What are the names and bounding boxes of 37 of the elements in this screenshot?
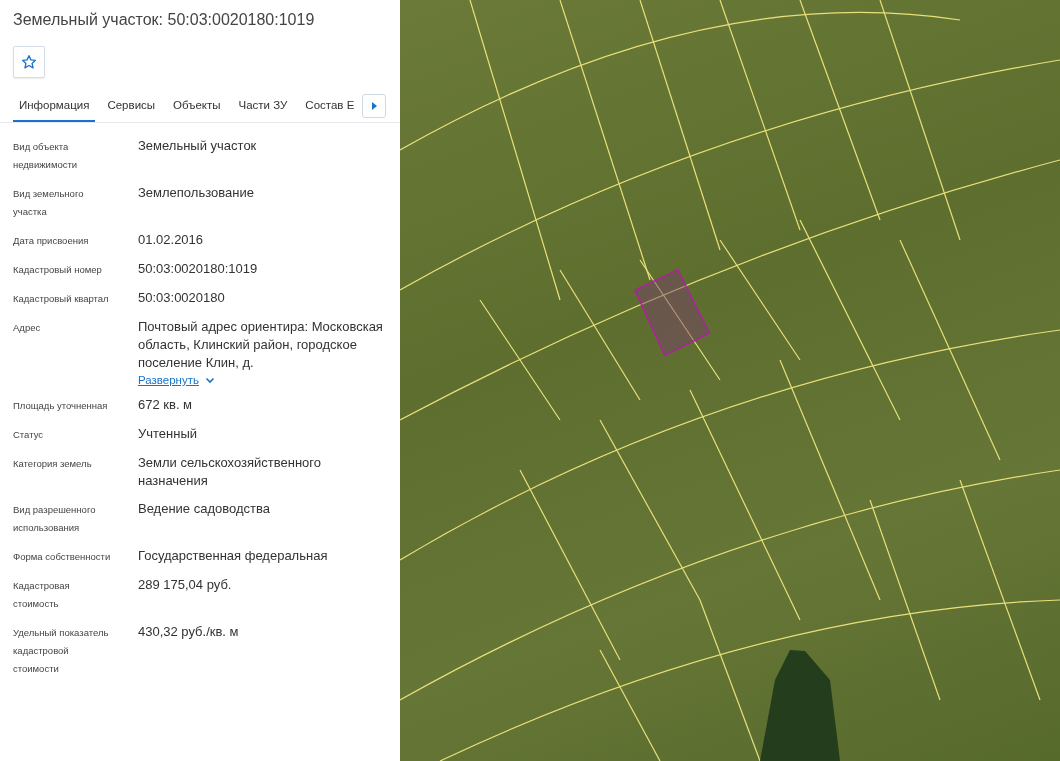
field-value: 50:03:0020180 [138,289,226,307]
tab[interactable]: Состав Е [299,90,361,122]
field-value: 289 175,04 руб. [138,576,233,594]
parcel-title: Земельный участок: 50:03:0020180:1019 [12,10,316,29]
field-label: Дата присвоения [13,234,90,248]
field-label: Вид земельного участка [13,187,85,219]
field-label: Вид объекта недвижимости [13,140,79,172]
field-label: Кадастровый номер [13,263,103,277]
field-value: 672 кв. м [138,396,194,414]
tab[interactable]: Сервисы [101,90,162,122]
field-label: Вид разрешенного использования [13,503,97,535]
field-value: Ведение садоводства [138,500,271,518]
field-label: Кадастровый квартал [13,292,110,306]
field-value: Учтенный [138,425,199,443]
chevron-down-icon [204,376,215,384]
favorite-button[interactable] [13,46,45,78]
field-label: Адрес [13,321,42,335]
field-label: Статус [13,428,45,442]
tabs-scroll-button[interactable] [362,94,387,118]
field-value: Почтовый адрес ориентира: Московская область, Клинский район, городское поселение Клин, д. [138,318,383,372]
field-label: Форма собственности [13,550,112,564]
tab[interactable]: Информация [13,90,96,122]
tab[interactable]: Части ЗУ [232,90,294,122]
field-label: Категория земель [13,457,93,471]
field-label: Площадь уточненная [13,399,109,413]
field-value: 50:03:0020180:1019 [138,260,259,278]
expand-link[interactable]: Развернуть [138,374,199,386]
field-value: Земли сельскохозяйственного назначения [138,454,322,490]
field-value: Землепользование [138,184,255,202]
caret-right-icon [371,102,378,110]
field-value: Земельный участок [138,137,258,155]
field-value: 01.02.2016 [138,231,205,249]
tab[interactable]: Объекты [167,90,227,122]
field-label: Кадастровая стоимость [13,579,71,611]
field-label: Удельный показатель кадастровой стоимости [13,626,110,676]
field-value: 430,32 руб./кв. м [138,623,240,641]
field-value: Государственная федеральная [138,547,329,565]
